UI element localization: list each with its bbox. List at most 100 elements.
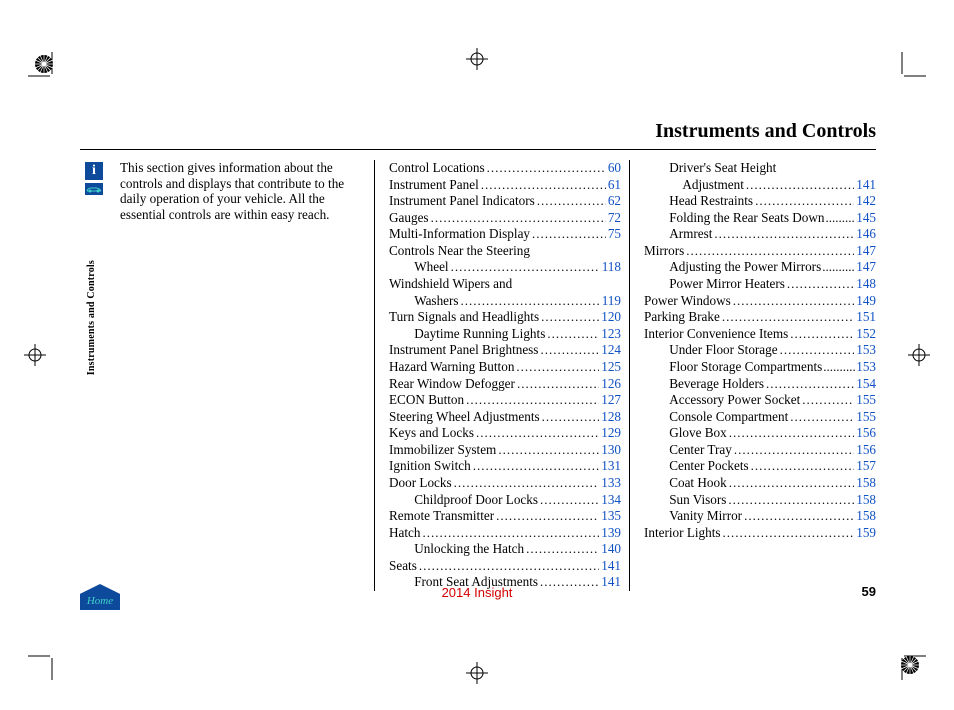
toc-entry[interactable]: Sun Visors158: [644, 492, 876, 508]
toc-page-link[interactable]: 135: [601, 508, 621, 524]
toc-entry[interactable]: Parking Brake151: [644, 309, 876, 325]
toc-entry[interactable]: ECON Button127: [389, 392, 621, 408]
toc-page-link[interactable]: 62: [608, 193, 621, 209]
toc-page-link[interactable]: 147: [856, 259, 876, 275]
toc-page-link[interactable]: 159: [856, 525, 876, 541]
toc-entry[interactable]: Turn Signals and Headlights120: [389, 309, 621, 325]
toc-entry[interactable]: Beverage Holders154: [644, 376, 876, 392]
toc-entry[interactable]: Floor Storage Compartments153: [644, 359, 876, 375]
toc-page-link[interactable]: 145: [856, 210, 876, 226]
toc-page-link[interactable]: 124: [601, 342, 621, 358]
toc-entry[interactable]: Unlocking the Hatch140: [389, 541, 621, 557]
toc-page-link[interactable]: 61: [608, 177, 621, 193]
toc-entry[interactable]: Control Locations60: [389, 160, 621, 176]
toc-page-link[interactable]: 119: [602, 293, 621, 309]
toc-page-link[interactable]: 153: [856, 342, 876, 358]
toc-page-link[interactable]: 149: [856, 293, 876, 309]
toc-page-link[interactable]: 118: [602, 259, 621, 275]
toc-page-link[interactable]: 75: [608, 226, 621, 242]
toc-leader-dots: [734, 442, 854, 457]
toc-entry[interactable]: Adjusting the Power Mirrors147: [644, 259, 876, 275]
toc-page-link[interactable]: 139: [601, 525, 621, 541]
toc-label: Power Mirror Heaters: [644, 276, 785, 292]
toc-entry[interactable]: Wheel118: [389, 259, 621, 275]
toc-page-link[interactable]: 146: [856, 226, 876, 242]
toc-entry[interactable]: Seats141: [389, 558, 621, 574]
registration-mark-bottom-icon: [466, 662, 488, 684]
toc-page-link[interactable]: 134: [601, 492, 621, 508]
toc-entry[interactable]: Remote Transmitter135: [389, 508, 621, 524]
toc-page-link[interactable]: 126: [601, 376, 621, 392]
toc-page-link[interactable]: 129: [601, 425, 621, 441]
toc-entry[interactable]: Accessory Power Socket155: [644, 392, 876, 408]
toc-entry[interactable]: Childproof Door Locks 134: [389, 492, 621, 508]
toc-page-link[interactable]: 127: [601, 392, 621, 408]
toc-entry[interactable]: Armrest146: [644, 226, 876, 242]
toc-entry[interactable]: Keys and Locks129: [389, 425, 621, 441]
toc-page-link[interactable]: 155: [856, 392, 876, 408]
toc-page-link[interactable]: 148: [856, 276, 876, 292]
toc-entry[interactable]: Instrument Panel Brightness124: [389, 342, 621, 358]
toc-entry[interactable]: Head Restraints142: [644, 193, 876, 209]
toc-entry[interactable]: Instrument Panel Indicators62: [389, 193, 621, 209]
car-icon[interactable]: [85, 183, 103, 195]
toc-entry[interactable]: Immobilizer System130: [389, 442, 621, 458]
toc-entry[interactable]: Console Compartment 155: [644, 409, 876, 425]
toc-entry[interactable]: Adjustment141: [644, 177, 876, 193]
toc-page-link[interactable]: 130: [601, 442, 621, 458]
toc-page-link[interactable]: 152: [856, 326, 876, 342]
toc-entry[interactable]: Vanity Mirror158: [644, 508, 876, 524]
toc-entry[interactable]: Steering Wheel Adjustments128: [389, 409, 621, 425]
toc-page-link[interactable]: 120: [601, 309, 621, 325]
toc-entry[interactable]: Coat Hook158: [644, 475, 876, 491]
toc-label: Hazard Warning Button: [389, 359, 514, 375]
toc-entry[interactable]: Center Tray156: [644, 442, 876, 458]
toc-page-link[interactable]: 156: [856, 442, 876, 458]
toc-entry[interactable]: Interior Convenience Items152: [644, 326, 876, 342]
toc-entry[interactable]: Glove Box156: [644, 425, 876, 441]
toc-page-link[interactable]: 133: [601, 475, 621, 491]
toc-entry[interactable]: Multi-Information Display75: [389, 226, 621, 242]
toc-entry[interactable]: Power Windows149: [644, 293, 876, 309]
toc-entry[interactable]: Door Locks133: [389, 475, 621, 491]
toc-page-link[interactable]: 60: [608, 160, 621, 176]
toc-entry[interactable]: Daytime Running Lights123: [389, 326, 621, 342]
toc-label: Console Compartment: [644, 409, 788, 425]
toc-entry[interactable]: Folding the Rear Seats Down145: [644, 210, 876, 226]
toc-entry[interactable]: Center Pockets157: [644, 458, 876, 474]
toc-page-link[interactable]: 147: [856, 243, 876, 259]
toc-page-link[interactable]: 156: [856, 425, 876, 441]
toc-entry[interactable]: Interior Lights159: [644, 525, 876, 541]
toc-entry[interactable]: Washers119: [389, 293, 621, 309]
toc-entry[interactable]: Instrument Panel61: [389, 177, 621, 193]
toc-page-link[interactable]: 158: [856, 475, 876, 491]
toc-page-link[interactable]: 151: [856, 309, 876, 325]
toc-page-link[interactable]: 123: [601, 326, 621, 342]
toc-page-link[interactable]: 154: [856, 376, 876, 392]
toc-page-link[interactable]: 158: [856, 492, 876, 508]
toc-page-link[interactable]: 140: [601, 541, 621, 557]
toc-page-link[interactable]: 158: [856, 508, 876, 524]
toc-entry[interactable]: Under Floor Storage153: [644, 342, 876, 358]
toc-page-link[interactable]: 142: [856, 193, 876, 209]
toc-entry[interactable]: Hatch139: [389, 525, 621, 541]
toc-page-link[interactable]: 125: [601, 359, 621, 375]
toc-entry[interactable]: Rear Window Defogger126: [389, 376, 621, 392]
toc-entry[interactable]: Ignition Switch131: [389, 458, 621, 474]
toc-entry[interactable]: Power Mirror Heaters 148: [644, 276, 876, 292]
toc-page-link[interactable]: 155: [856, 409, 876, 425]
toc-page-link[interactable]: 72: [608, 210, 621, 226]
toc-label: Childproof Door Locks: [389, 492, 538, 508]
page-number: 59: [862, 584, 876, 599]
toc-page-link[interactable]: 153: [856, 359, 876, 375]
info-icon[interactable]: i: [85, 162, 103, 180]
toc-entry[interactable]: Mirrors147: [644, 243, 876, 259]
toc-page-link[interactable]: 141: [601, 574, 621, 590]
toc-page-link[interactable]: 157: [856, 458, 876, 474]
toc-page-link[interactable]: 141: [601, 558, 621, 574]
toc-entry[interactable]: Hazard Warning Button 125: [389, 359, 621, 375]
toc-page-link[interactable]: 128: [601, 409, 621, 425]
toc-page-link[interactable]: 141: [856, 177, 876, 193]
toc-entry[interactable]: Gauges72: [389, 210, 621, 226]
toc-page-link[interactable]: 131: [601, 458, 621, 474]
